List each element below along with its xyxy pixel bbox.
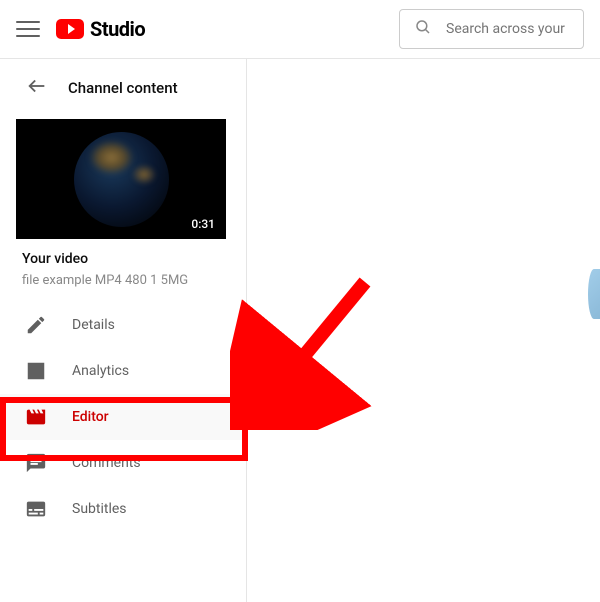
youtube-play-icon xyxy=(56,19,84,39)
sidebar: Channel content 0:31 Your video file exa… xyxy=(0,59,247,602)
pencil-icon xyxy=(24,314,48,336)
sidebar-item-analytics[interactable]: Analytics xyxy=(0,348,246,394)
thumbnail-image xyxy=(74,132,169,227)
sidebar-item-label: Subtitles xyxy=(72,501,127,517)
hamburger-menu-icon[interactable] xyxy=(16,17,40,41)
header-bar: Studio xyxy=(0,0,600,59)
sidebar-item-label: Editor xyxy=(72,409,109,425)
sidebar-item-label: Details xyxy=(72,317,115,333)
logo-text: Studio xyxy=(90,17,145,41)
comments-icon xyxy=(24,452,48,474)
back-arrow-icon[interactable] xyxy=(26,75,48,101)
search-icon xyxy=(414,18,432,40)
search-input[interactable] xyxy=(446,21,569,37)
sidebar-item-label: Analytics xyxy=(72,363,129,379)
partial-offscreen-content xyxy=(588,269,600,319)
sidebar-item-subtitles[interactable]: Subtitles xyxy=(0,486,246,532)
subtitles-icon xyxy=(24,498,48,520)
search-box[interactable] xyxy=(399,9,584,49)
clapper-icon xyxy=(24,406,48,428)
back-row: Channel content xyxy=(0,75,246,119)
video-title-label: Your video xyxy=(22,251,224,267)
video-filename: file example MP4 480 1 5MG xyxy=(22,273,224,288)
analytics-icon xyxy=(24,360,48,382)
video-thumbnail[interactable]: 0:31 xyxy=(16,119,226,239)
sidebar-item-label: Comments xyxy=(72,455,141,471)
channel-content-label: Channel content xyxy=(68,79,178,97)
main-content xyxy=(247,59,600,602)
sidebar-item-details[interactable]: Details xyxy=(0,302,246,348)
studio-logo[interactable]: Studio xyxy=(56,17,145,41)
search-container xyxy=(399,9,584,49)
sidebar-item-editor[interactable]: Editor xyxy=(0,394,246,440)
video-meta: Your video file example MP4 480 1 5MG xyxy=(0,251,246,302)
sidebar-item-comments[interactable]: Comments xyxy=(0,440,246,486)
duration-badge: 0:31 xyxy=(186,215,220,233)
